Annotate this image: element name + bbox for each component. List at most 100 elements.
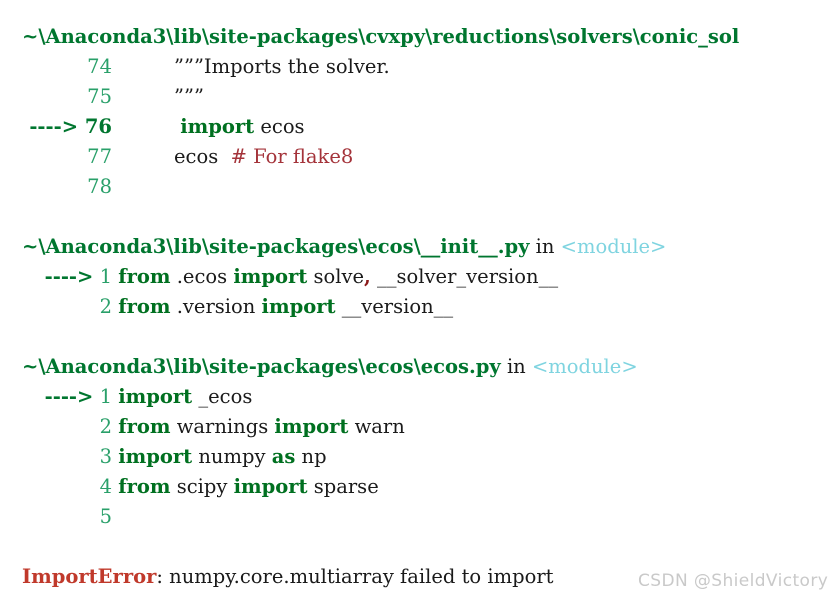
code-token-nam: warnings bbox=[170, 415, 275, 438]
code-line-gutter-current: ----> 1 bbox=[0, 382, 112, 412]
code-token-nam: solve bbox=[307, 265, 365, 288]
traceback-output: ~\Anaconda3\lib\site-packages\cvxpy\redu… bbox=[0, 0, 839, 592]
code-line-gutter-current: ----> 1 bbox=[0, 262, 112, 292]
code-line-gutter: 78 bbox=[0, 172, 112, 202]
frame-path-line: ~\Anaconda3\lib\site-packages\ecos\ecos.… bbox=[0, 352, 839, 382]
code-line: 2 from .version import __version__ bbox=[0, 292, 839, 322]
code-line-gutter: 77 bbox=[0, 142, 112, 172]
code-token-nam: .version bbox=[170, 295, 262, 318]
code-token-kw: as bbox=[271, 445, 296, 468]
code-token-kw: import bbox=[261, 295, 336, 318]
code-line-gutter: 4 bbox=[0, 472, 112, 502]
code-line: ----> 1 from .ecos import solve, __solve… bbox=[0, 262, 839, 292]
code-line: 74 ”””Imports the solver. bbox=[0, 52, 839, 82]
code-line: ----> 1 import _ecos bbox=[0, 382, 839, 412]
code-line: 77 ecos # For flake8 bbox=[0, 142, 839, 172]
code-line: 2 from warnings import warn bbox=[0, 412, 839, 442]
code-line-number: 78 bbox=[87, 175, 112, 198]
code-line-source: import numpy as np bbox=[112, 445, 327, 468]
code-token-kw: import bbox=[274, 415, 349, 438]
code-token-nam: _ecos bbox=[192, 385, 253, 408]
frame-in-keyword: in bbox=[535, 235, 555, 258]
code-token-kw: import bbox=[118, 385, 193, 408]
current-line-arrow-icon: ----> bbox=[44, 265, 94, 288]
code-line-source: from scipy import sparse bbox=[112, 475, 379, 498]
code-line-gutter: 75 bbox=[0, 82, 112, 112]
error-separator bbox=[0, 532, 839, 562]
code-line-number: 5 bbox=[99, 505, 112, 528]
code-token-str: ””” bbox=[174, 85, 204, 108]
code-token-nam: .ecos bbox=[170, 265, 234, 288]
frame-scope: <module> bbox=[531, 355, 638, 378]
code-token-nam: ecos bbox=[174, 145, 231, 168]
frame-scope: <module> bbox=[560, 235, 667, 258]
code-line-number: 75 bbox=[87, 85, 112, 108]
frame-separator bbox=[0, 202, 839, 232]
code-token-str: Imports the solver. bbox=[203, 55, 390, 78]
error-type: ImportError bbox=[22, 565, 157, 588]
code-line-number: 4 bbox=[99, 475, 112, 498]
code-line-source: ”””Imports the solver. bbox=[112, 55, 390, 78]
code-token-kw: import bbox=[233, 265, 308, 288]
error-separator-colon: : bbox=[156, 565, 170, 588]
code-line-number: 2 bbox=[99, 295, 112, 318]
frame-path: ~\Anaconda3\lib\site-packages\ecos\ecos.… bbox=[22, 355, 501, 378]
code-line: ----> 76 import ecos bbox=[0, 112, 839, 142]
error-line: ImportError: numpy.core.multiarray faile… bbox=[0, 562, 839, 592]
code-token-kw: import bbox=[233, 475, 308, 498]
code-token-kw: from bbox=[118, 295, 171, 318]
code-line-source: import ecos bbox=[112, 115, 305, 138]
code-line-gutter: 3 bbox=[0, 442, 112, 472]
code-token-kw: import bbox=[118, 445, 193, 468]
code-token-com: # For flake8 bbox=[230, 145, 354, 168]
current-line-arrow-icon: ----> bbox=[29, 115, 79, 138]
code-line-number: 1 bbox=[99, 265, 112, 288]
code-line-gutter-current: ----> 76 bbox=[0, 112, 112, 142]
code-line-gutter: 5 bbox=[0, 502, 112, 532]
code-token-nam: __version__ bbox=[335, 295, 454, 318]
code-token-kw: import bbox=[180, 115, 255, 138]
current-line-arrow-icon: ----> bbox=[44, 385, 94, 408]
code-line-number: 1 bbox=[99, 385, 112, 408]
code-line-number: 77 bbox=[87, 145, 112, 168]
code-token-punc: , bbox=[364, 265, 371, 288]
code-line: 5 bbox=[0, 502, 839, 532]
code-line-gutter: 74 bbox=[0, 52, 112, 82]
code-line-source: ””” bbox=[112, 85, 204, 108]
code-line-source: from .version import __version__ bbox=[112, 295, 453, 318]
code-line: 4 from scipy import sparse bbox=[0, 472, 839, 502]
code-token-nam: ecos bbox=[254, 115, 305, 138]
code-token-nam: numpy bbox=[192, 445, 272, 468]
frame-path-line: ~\Anaconda3\lib\site-packages\ecos\__ini… bbox=[0, 232, 839, 262]
code-line-source: ecos # For flake8 bbox=[112, 145, 353, 168]
frame-path: ~\Anaconda3\lib\site-packages\ecos\__ini… bbox=[22, 235, 530, 258]
code-token-kw: from bbox=[118, 265, 171, 288]
frame-path: ~\Anaconda3\lib\site-packages\cvxpy\redu… bbox=[22, 25, 740, 48]
code-line: 78 bbox=[0, 172, 839, 202]
code-token-kw: from bbox=[118, 475, 171, 498]
code-token-str: ””” bbox=[174, 55, 204, 78]
code-line: 3 import numpy as np bbox=[0, 442, 839, 472]
code-line-source: from warnings import warn bbox=[112, 415, 405, 438]
code-line-gutter: 2 bbox=[0, 292, 112, 322]
code-token-nam: __solver_version__ bbox=[370, 265, 559, 288]
frame-in-keyword: in bbox=[506, 355, 526, 378]
code-line-gutter: 2 bbox=[0, 412, 112, 442]
error-message: numpy.core.multiarray failed to import bbox=[169, 565, 554, 588]
code-token-nam: warn bbox=[348, 415, 405, 438]
code-line-number: 3 bbox=[99, 445, 112, 468]
code-token-nam: np bbox=[295, 445, 327, 468]
frame-path-line: ~\Anaconda3\lib\site-packages\cvxpy\redu… bbox=[0, 22, 839, 52]
code-line: 75 ””” bbox=[0, 82, 839, 112]
code-token-nam: sparse bbox=[307, 475, 379, 498]
code-line-number: 74 bbox=[87, 55, 112, 78]
code-token-kw: from bbox=[118, 415, 171, 438]
code-line-number: 76 bbox=[84, 115, 112, 138]
code-line-source: import _ecos bbox=[112, 385, 252, 408]
code-line-number: 2 bbox=[99, 415, 112, 438]
code-token-nam: scipy bbox=[170, 475, 234, 498]
